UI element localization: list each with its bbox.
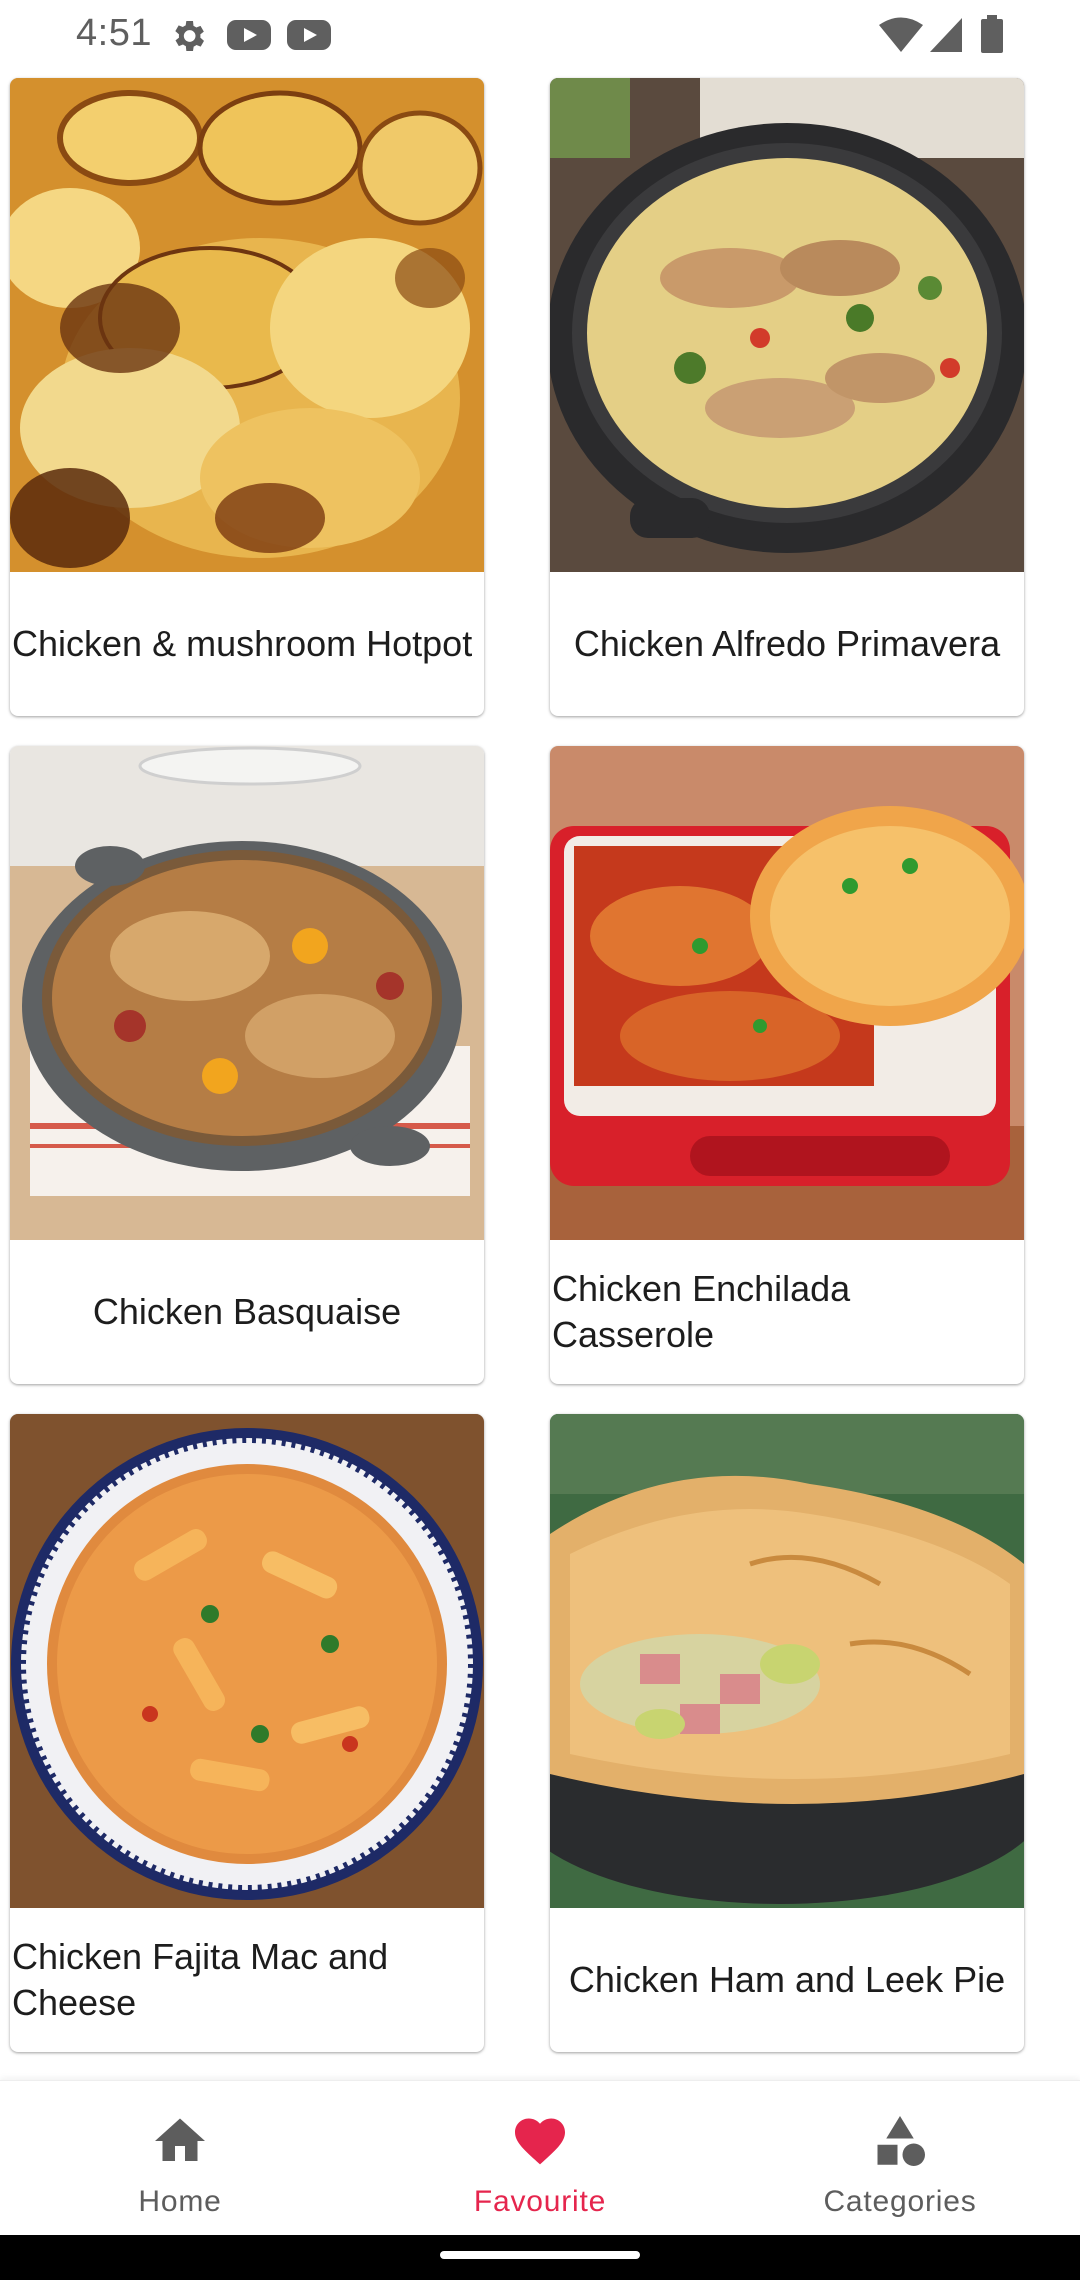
nav-categories-label: Categories [823,2185,977,2218]
wifi-icon [879,17,923,52]
recipe-title: Chicken Ham and Leek Pie [568,1959,1006,2000]
nav-home-label: Home [138,2185,222,2218]
recipe-card[interactable]: Chicken Fajita Mac and Cheese [10,1414,484,2052]
cell-signal-icon [930,18,962,52]
battery-icon [981,15,1003,53]
recipe-card[interactable]: Chicken Basquaise [10,746,484,1384]
recipe-card[interactable]: Chicken & mushroom Hotpot [10,78,484,716]
home-gesture-handle[interactable] [440,2251,640,2259]
nav-favourite[interactable]: Favourite [360,2081,720,2236]
recipe-card[interactable]: Chicken Enchilada Casserole [550,746,1024,1384]
recipe-title: Chicken Enchilada Casserole [552,1268,851,1355]
recipe-card[interactable]: Chicken Alfredo Primavera [550,78,1024,716]
recipe-title: Chicken Basquaise [92,1291,402,1332]
recipe-image [10,78,484,572]
nav-categories[interactable]: Categories [720,2081,1080,2236]
categories-icon [877,2116,925,2166]
heart-icon [515,2118,565,2165]
recipe-image [10,1414,484,1908]
recipe-image [550,78,1024,572]
recipe-image [550,1414,1024,1908]
system-navigation-bar [0,2235,1080,2280]
recipe-image [550,746,1024,1240]
recipe-title: Chicken Alfredo Primavera [573,623,1001,664]
gear-icon [175,21,204,51]
recipe-grid: Chicken & mushroom Hotpot Chicken Alfred… [0,70,1080,2080]
youtube-icon [227,20,271,50]
home-icon [155,2118,205,2161]
status-time: 4:51 [76,12,152,54]
status-bar: 4:51 [0,0,1080,70]
recipe-title: Chicken & mushroom Hotpot [12,623,473,664]
nav-home[interactable]: Home [0,2081,360,2236]
recipe-title: Chicken Fajita Mac and Cheese [12,1936,389,2023]
bottom-navigation: Home Favourite Categories [0,2080,1080,2235]
nav-favourite-label: Favourite [473,2185,607,2218]
recipe-image [10,746,484,1240]
youtube-icon [287,20,331,50]
recipe-card[interactable]: Chicken Ham and Leek Pie [550,1414,1024,2052]
